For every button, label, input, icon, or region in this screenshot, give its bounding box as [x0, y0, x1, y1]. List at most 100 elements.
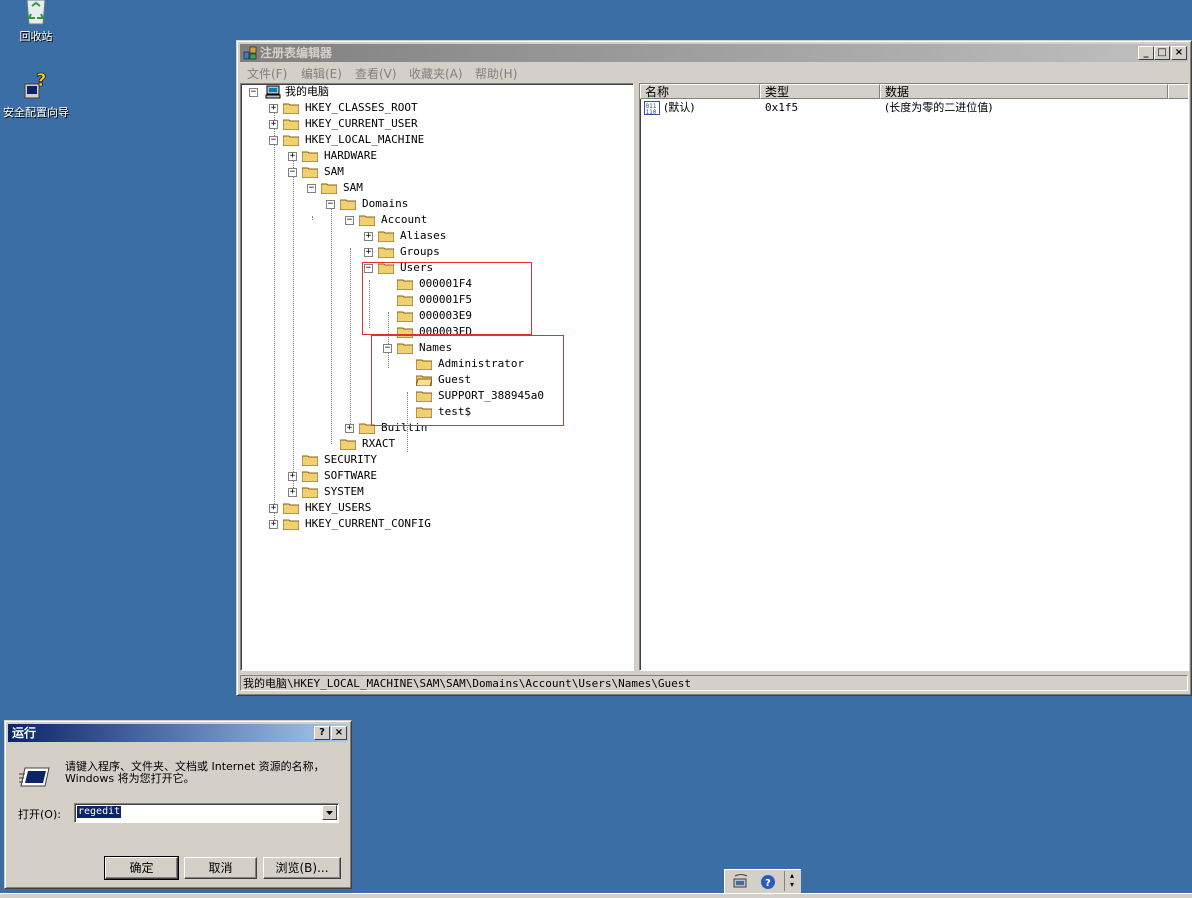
- expand-toggle[interactable]: +: [345, 424, 354, 433]
- highlight-box-users: [362, 262, 532, 335]
- recycle-bin-shortcut[interactable]: 回收站: [0, 0, 72, 43]
- folder-open-icon: [340, 199, 356, 210]
- menu-file[interactable]: 文件(F): [247, 65, 287, 82]
- browse-button[interactable]: 浏览(B)...: [263, 857, 341, 879]
- expand-toggle[interactable]: +: [269, 120, 278, 129]
- maximize-button[interactable]: □: [1154, 46, 1170, 60]
- expand-toggle[interactable]: +: [364, 248, 373, 257]
- dropdown-button[interactable]: [322, 805, 337, 820]
- security-wizard-label: 安全配置向导: [3, 106, 69, 119]
- folder-open-icon: [283, 135, 299, 146]
- tree-label: Account: [381, 213, 428, 226]
- close-button[interactable]: ×: [1171, 46, 1187, 60]
- run-title: 运行: [12, 726, 37, 740]
- column-header-filler: [1168, 84, 1188, 99]
- tree-label: HKEY_CURRENT_CONFIG: [305, 517, 431, 530]
- value-data: (长度为零的二进位值): [885, 101, 993, 114]
- menu-view[interactable]: 查看(V): [355, 65, 397, 82]
- folder-icon: [283, 119, 299, 130]
- tree-label: HKEY_USERS: [305, 501, 372, 514]
- tree-label: SOFTWARE: [324, 469, 377, 482]
- menu-edit[interactable]: 编辑(E): [301, 65, 342, 82]
- run-titlebar[interactable]: 运行 ? ×: [8, 724, 348, 742]
- open-label: 打开(O):: [18, 808, 61, 821]
- tree-label: Groups: [400, 245, 440, 258]
- computer-icon: [265, 85, 281, 99]
- collapse-toggle[interactable]: −: [288, 168, 297, 177]
- folder-icon: [378, 247, 394, 258]
- values-list-pane[interactable]: 名称 类型 数据 011 110 (默认) 0x1f5 (长度为零的二进位值): [639, 83, 1189, 671]
- tree-label: HKEY_CLASSES_ROOT: [305, 101, 418, 114]
- tree-label: SAM: [324, 165, 344, 178]
- tree-label: Domains: [362, 197, 409, 210]
- close-button[interactable]: ×: [331, 726, 347, 740]
- expand-toggle[interactable]: +: [288, 488, 297, 497]
- expand-toggle[interactable]: +: [269, 104, 278, 113]
- expand-toggle[interactable]: +: [364, 232, 373, 241]
- tree-label: HKEY_LOCAL_MACHINE: [305, 133, 425, 146]
- cancel-button[interactable]: 取消: [184, 857, 257, 879]
- folder-icon: [378, 231, 394, 242]
- folder-icon: [283, 503, 299, 514]
- tree-label: SAM: [343, 181, 363, 194]
- expand-toggle[interactable]: +: [269, 504, 278, 513]
- folder-open-icon: [359, 215, 375, 226]
- value-type: 0x1f5: [765, 101, 799, 114]
- collapse-toggle[interactable]: −: [326, 200, 335, 209]
- run-icon: [19, 767, 50, 787]
- column-header-data[interactable]: 数据: [880, 84, 1168, 99]
- expand-toggle[interactable]: +: [288, 152, 297, 161]
- regedit-window: 注册表编辑器 _ □ × 文件(F) 编辑(E) 查看(V) 收藏夹(A) 帮助…: [236, 40, 1192, 696]
- regedit-title: 注册表编辑器: [260, 46, 333, 60]
- folder-icon: [340, 439, 356, 450]
- column-header-type[interactable]: 类型: [760, 84, 880, 99]
- security-wizard-shortcut[interactable]: ? 安全配置向导: [0, 70, 72, 119]
- folder-open-icon: [321, 183, 337, 194]
- recycle-bin-label: 回收站: [19, 30, 53, 43]
- folder-icon: [302, 455, 318, 466]
- tree-label: SYSTEM: [324, 485, 364, 498]
- collapse-toggle[interactable]: −: [345, 216, 354, 225]
- open-input[interactable]: regedit: [77, 806, 122, 818]
- taskbar-tray: ? ▴ ▾: [724, 869, 801, 894]
- help-icon[interactable]: ?: [760, 874, 776, 890]
- column-header-name[interactable]: 名称: [640, 84, 760, 99]
- value-row[interactable]: 011 110 (默认) 0x1f5 (长度为零的二进位值): [640, 100, 1180, 116]
- regedit-titlebar[interactable]: 注册表编辑器 _ □ ×: [240, 44, 1188, 62]
- minimize-button[interactable]: _: [1138, 46, 1154, 60]
- collapse-toggle[interactable]: −: [269, 136, 278, 145]
- ok-button[interactable]: 确定: [104, 856, 179, 880]
- help-button[interactable]: ?: [314, 726, 330, 740]
- run-description: 请键入程序、文件夹、文档或 Internet 资源的名称，Windows 将为您…: [65, 760, 325, 785]
- taskbar-bottom-strip: [0, 893, 1192, 898]
- run-dialog: 运行 ? × 请键入程序、文件夹、文档或 Internet 资源的名称，Wind…: [4, 720, 352, 889]
- folder-icon: [302, 471, 318, 482]
- menu-help[interactable]: 帮助(H): [475, 65, 517, 82]
- tree-label: HKEY_CURRENT_USER: [305, 117, 418, 130]
- tree-label: RXACT: [362, 437, 396, 450]
- expand-toggle[interactable]: +: [288, 472, 297, 481]
- expand-toggle[interactable]: +: [269, 520, 278, 529]
- svg-text:?: ?: [765, 878, 771, 889]
- open-combobox[interactable]: regedit: [74, 803, 339, 823]
- tree-label: HARDWARE: [324, 149, 377, 162]
- collapse-toggle[interactable]: −: [307, 184, 316, 193]
- recycle-bin-icon: [26, 0, 46, 25]
- registry-tree-pane[interactable]: − 我的电脑 + HKEY_CLASSES_ROOT + HKEY_CURREN…: [240, 83, 634, 671]
- binary-value-icon: 011 110: [644, 101, 660, 115]
- regedit-statusbar: 我的电脑\HKEY_LOCAL_MACHINE\SAM\SAM\Domains\…: [240, 675, 1188, 691]
- tree-label: SECURITY: [324, 453, 377, 466]
- svg-text:?: ?: [36, 72, 46, 91]
- folder-icon: [283, 519, 299, 530]
- tray-scroll-button[interactable]: ▴ ▾: [784, 871, 799, 891]
- regedit-app-icon: [243, 46, 257, 60]
- security-wizard-icon: ?: [24, 70, 47, 99]
- svg-text:110: 110: [646, 109, 657, 115]
- menu-favorites[interactable]: 收藏夹(A): [409, 65, 463, 82]
- collapse-toggle[interactable]: −: [249, 88, 258, 97]
- network-icon[interactable]: [732, 873, 750, 891]
- folder-icon: [302, 151, 318, 162]
- folder-icon: [283, 103, 299, 114]
- tree-label: Aliases: [400, 229, 447, 242]
- value-name: (默认): [664, 101, 695, 114]
